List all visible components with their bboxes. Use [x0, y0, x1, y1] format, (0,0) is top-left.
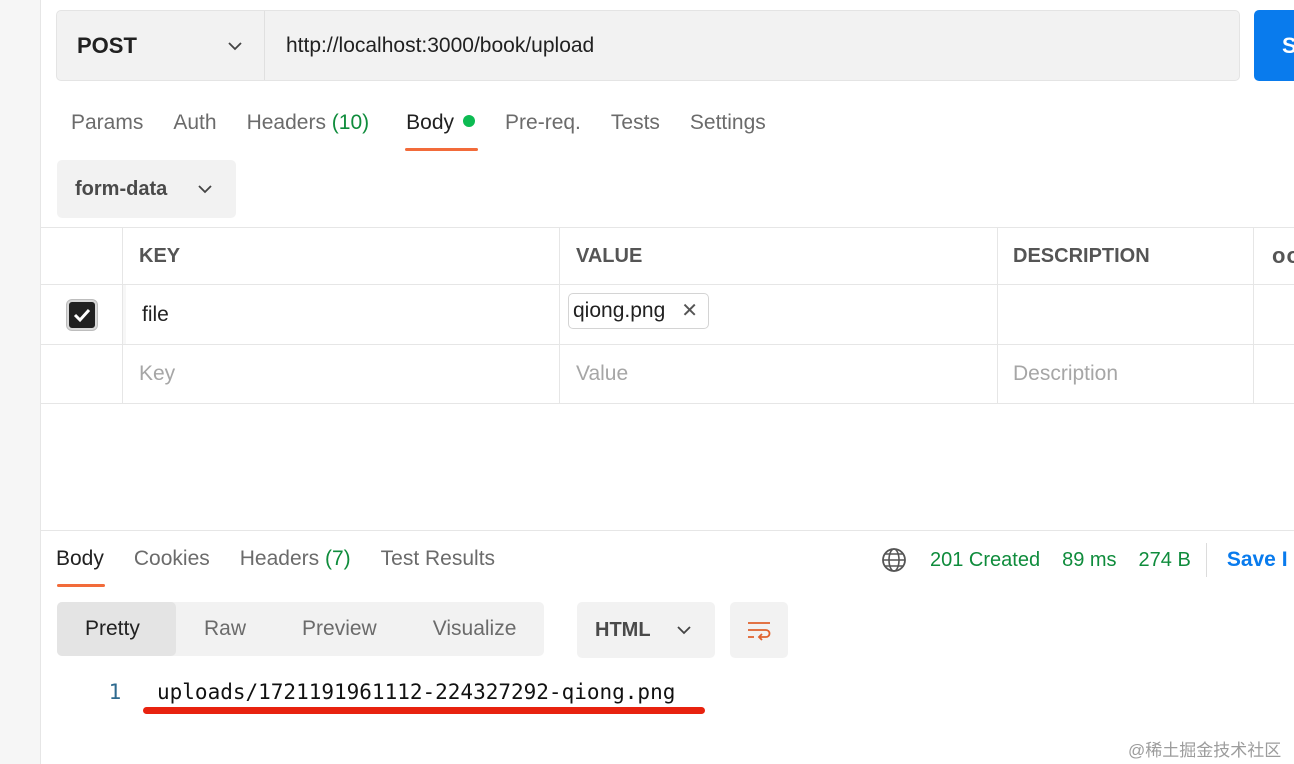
response-tabs: Body Cookies Headers (7) Test Results [41, 540, 510, 587]
response-body-text: uploads/1721191961112-224327292-qiong.pn… [157, 680, 676, 704]
tab-pre-request[interactable]: Pre-req. [490, 104, 596, 154]
request-tabs: Params Auth Headers (10) Body Pre-req. T… [56, 104, 781, 154]
language-select[interactable]: HTML [577, 602, 715, 658]
response-status: 201 Created 89 ms 274 B Save I [880, 540, 1288, 580]
response-time[interactable]: 89 ms [1062, 549, 1116, 572]
left-sidebar [0, 0, 41, 764]
value-input[interactable]: Value [560, 345, 998, 403]
save-response-button[interactable]: Save I [1227, 548, 1288, 572]
format-pretty[interactable]: Pretty [57, 602, 176, 656]
watermark: @稀土掘金技术社区 [1128, 741, 1282, 760]
table-header: KEY VALUE DESCRIPTION ooo [41, 227, 1294, 285]
chevron-down-icon [228, 41, 242, 50]
wrap-lines-button[interactable] [730, 602, 788, 658]
col-value: VALUE [560, 228, 998, 284]
row-checkbox[interactable] [66, 299, 97, 330]
format-visualize[interactable]: Visualize [405, 602, 545, 656]
resp-tab-cookies[interactable]: Cookies [119, 540, 225, 578]
tab-settings[interactable]: Settings [675, 104, 781, 154]
body-mode-label: form-data [75, 177, 168, 200]
body-indicator-dot [463, 115, 476, 128]
wrap-lines-icon [748, 622, 771, 641]
table-row: Key Value Description [41, 345, 1294, 404]
chevron-down-icon [677, 626, 691, 635]
file-name: qiong.png [573, 298, 666, 322]
format-tabs: Pretty Raw Preview Visualize [57, 602, 545, 656]
table-row: file qiong.png ✕ [41, 285, 1294, 345]
send-button[interactable]: S [1254, 10, 1294, 81]
status-code[interactable]: 201 Created [930, 549, 1040, 572]
divider [1205, 543, 1207, 577]
format-preview[interactable]: Preview [274, 602, 405, 656]
key-cell[interactable]: file [123, 285, 560, 344]
params-table: KEY VALUE DESCRIPTION ooo file qiong.png… [41, 227, 1294, 404]
description-cell[interactable] [998, 285, 1254, 344]
tab-tests[interactable]: Tests [596, 104, 675, 154]
checkmark-icon [73, 308, 90, 322]
body-mode-select[interactable]: form-data [57, 160, 236, 218]
tab-params[interactable]: Params [56, 104, 158, 154]
key-input[interactable]: Key [123, 345, 560, 403]
language-label: HTML [595, 618, 651, 641]
col-key: KEY [123, 228, 560, 284]
resp-headers-count: (7) [324, 547, 351, 570]
format-raw[interactable]: Raw [176, 602, 274, 656]
method-label: POST [77, 32, 137, 58]
method-select[interactable]: POST [57, 11, 265, 80]
globe-icon[interactable] [880, 546, 908, 574]
url-bar: POST http://localhost:3000/book/upload [56, 10, 1240, 81]
file-chip: qiong.png ✕ [568, 292, 710, 329]
highlight-underline [143, 707, 705, 714]
response-size[interactable]: 274 B [1139, 549, 1191, 572]
more-options-icon[interactable]: ooo [1272, 243, 1294, 269]
col-description: DESCRIPTION [998, 228, 1254, 284]
tab-auth[interactable]: Auth [158, 104, 231, 154]
resp-tab-test-results[interactable]: Test Results [366, 540, 510, 578]
response-body-line: 1 uploads/1721191961112-224327292-qiong.… [100, 680, 676, 704]
line-number: 1 [108, 680, 122, 704]
tab-headers[interactable]: Headers (10) [232, 104, 385, 154]
resp-tab-body[interactable]: Body [41, 540, 119, 587]
headers-count: (10) [331, 111, 370, 134]
resp-tab-headers[interactable]: Headers (7) [225, 540, 366, 578]
remove-file-icon[interactable]: ✕ [681, 298, 698, 323]
chevron-down-icon [198, 185, 212, 194]
tab-body[interactable]: Body [391, 104, 490, 154]
url-input[interactable]: http://localhost:3000/book/upload [265, 11, 594, 80]
description-input[interactable]: Description [998, 345, 1254, 403]
response-divider [41, 530, 1294, 531]
